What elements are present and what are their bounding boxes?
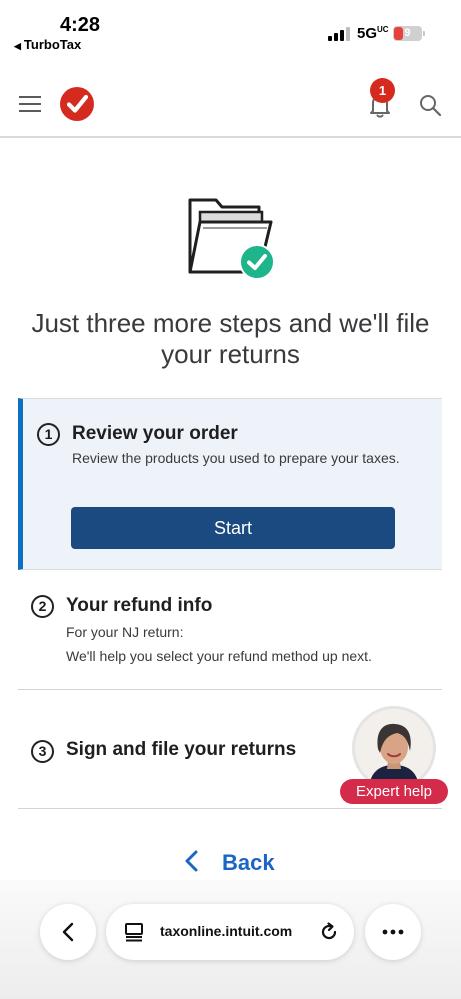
network-suffix: UC (377, 25, 389, 34)
back-triangle-icon: ◀ (14, 41, 21, 51)
step-2-number: 2 (31, 595, 54, 618)
step-3-number: 3 (31, 740, 54, 763)
expert-help-button[interactable]: Expert help (340, 779, 448, 804)
start-button[interactable]: Start (71, 507, 395, 549)
back-app-label: TurboTax (23, 37, 82, 52)
expert-avatar[interactable] (352, 706, 436, 790)
step-1-description: Review the products you used to prepare … (72, 450, 400, 466)
browser-back-button[interactable] (40, 904, 96, 960)
back-to-app-link[interactable]: ◀ TurboTax (14, 37, 81, 52)
page-menu-icon[interactable] (124, 922, 144, 942)
notification-badge: 1 (370, 78, 395, 103)
status-bar: 4:28 ◀ TurboTax 5GUC 9 (0, 0, 461, 54)
step-1-number: 1 (37, 423, 60, 446)
network-label: 5G (357, 25, 378, 42)
step-2-description-1: For your NJ return: (66, 624, 184, 640)
back-label: Back (222, 850, 275, 875)
network-type: 5GUC (357, 25, 389, 42)
battery-icon: 9 (393, 26, 422, 41)
more-options-button[interactable] (365, 904, 421, 960)
chevron-left-icon (62, 922, 74, 942)
search-icon[interactable] (418, 93, 442, 117)
expert-portrait-icon (355, 709, 433, 787)
app-header: 1 (0, 70, 461, 138)
checkmark-icon (66, 94, 89, 113)
divider (18, 808, 442, 809)
battery-level: 9 (404, 27, 411, 39)
status-time: 4:28 (60, 14, 101, 36)
address-bar[interactable]: taxonline.intuit.com (106, 904, 354, 960)
step-2-title: Your refund info (66, 595, 213, 616)
chevron-left-icon (184, 848, 198, 879)
folder-check-icon (183, 192, 279, 282)
step-1-title: Review your order (72, 423, 238, 444)
back-button[interactable]: Back (184, 847, 275, 879)
ellipsis-icon (382, 929, 404, 935)
menu-icon[interactable] (19, 96, 41, 112)
step-3-title: Sign and file your returns (66, 739, 297, 760)
cellular-signal-icon (328, 27, 350, 41)
turbotax-logo[interactable] (60, 87, 94, 121)
battery-tip (423, 31, 425, 36)
url-text: taxonline.intuit.com (160, 923, 293, 939)
page-title: Just three more steps and we'll file you… (31, 308, 430, 369)
divider (18, 689, 442, 690)
reload-icon[interactable] (318, 921, 340, 943)
step-2-description-2: We'll help you select your refund method… (66, 648, 372, 664)
